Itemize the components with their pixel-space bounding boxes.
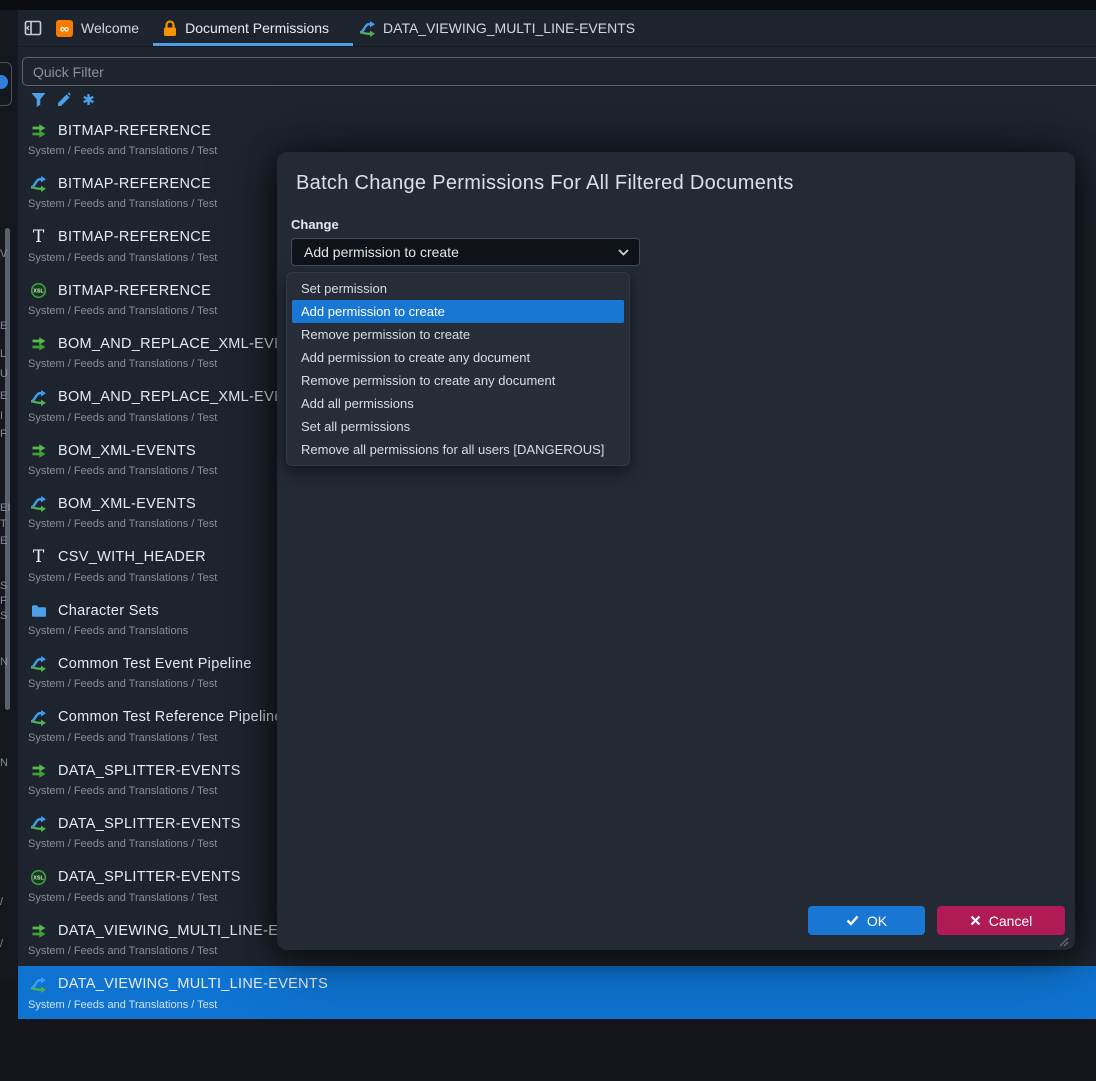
document-title: BITMAP-REFERENCE (58, 176, 211, 192)
clipped-text-fragment: I (0, 410, 16, 422)
dropdown-option[interactable]: Add permission to create (292, 300, 624, 323)
tab-data-viewing-multi-line-events[interactable]: DATA_VIEWING_MULTI_LINE-EVENTS (353, 10, 651, 46)
clipped-text-fragment: N (0, 656, 16, 668)
xslt-icon: XSL (30, 282, 47, 299)
document-title: DATA_VIEWING_MULTI_LINE-EVENTS (58, 976, 328, 992)
document-title: BOM_XML-EVENTS (58, 443, 196, 459)
ok-label: OK (867, 913, 887, 929)
batch-change-permissions-dialog: Batch Change Permissions For All Filtere… (277, 152, 1075, 950)
tab-welcome[interactable]: ∞ Welcome (42, 10, 153, 46)
clipped-blue-dot (0, 75, 8, 89)
dropdown-option[interactable]: Remove all permissions for all users [DA… (292, 438, 624, 461)
dropdown-option[interactable]: Add permission to create any document (292, 346, 624, 369)
clipped-text-fragment: L (0, 348, 16, 360)
clipped-left-panel: VELUEIFEITESFSNN// (0, 10, 19, 981)
text-icon: T (30, 229, 47, 246)
clipped-text-fragment: EI (0, 502, 16, 514)
left-panel-scrollbar[interactable] (5, 228, 10, 710)
pipeline-icon (30, 175, 47, 192)
dialog-resize-handle[interactable] (1057, 934, 1069, 946)
dropdown-option[interactable]: Remove permission to create any document (292, 369, 624, 392)
sidebar-toggle-icon[interactable] (24, 19, 42, 37)
document-title: CSV_WITH_HEADER (58, 549, 206, 565)
infinity-icon: ∞ (56, 20, 73, 37)
filter-icon[interactable] (30, 92, 47, 109)
check-icon (846, 915, 859, 926)
list-item[interactable]: DATA_VIEWING_MULTI_LINE-EVENTS System / F… (18, 966, 1096, 1019)
clipped-widget (0, 62, 12, 106)
quick-filter-input[interactable] (22, 57, 1096, 86)
document-title: Common Test Reference Pipeline (58, 709, 283, 725)
clipped-text-fragment: E (0, 320, 16, 332)
pipeline-icon (30, 389, 47, 406)
feed-icon (30, 335, 47, 352)
text-icon: T (30, 549, 47, 566)
document-title: BITMAP-REFERENCE (58, 123, 211, 139)
document-title: BITMAP-REFERENCE (58, 283, 211, 299)
feed-icon (30, 122, 47, 139)
pipeline-icon (30, 815, 47, 832)
document-path: System / Feeds and Translations / Test (18, 999, 1096, 1011)
document-title: Character Sets (58, 603, 159, 619)
tab-bar: ∞ Welcome Document Permissions DATA_VIEW… (18, 10, 1096, 47)
document-title: DATA_SPLITTER-EVENTS (58, 869, 241, 885)
dialog-title: Batch Change Permissions For All Filtere… (296, 172, 794, 195)
clipped-text-fragment: F (0, 428, 16, 440)
tab-label: Document Permissions (185, 20, 329, 36)
dropdown-option[interactable]: Set all permissions (292, 415, 624, 438)
document-title: BITMAP-REFERENCE (58, 229, 211, 245)
tab-label: Welcome (81, 20, 139, 36)
change-dropdown-menu: Set permissionAdd permission to createRe… (286, 272, 630, 466)
change-select-value: Add permission to create (304, 244, 459, 260)
clipped-text-fragment: E (0, 535, 16, 547)
dropdown-option[interactable]: Remove permission to create (292, 323, 624, 346)
asterisk-icon[interactable]: ✱ (80, 92, 97, 109)
clipped-text-fragment: F (0, 595, 16, 607)
dropdown-option[interactable]: Set permission (292, 277, 624, 300)
cancel-label: Cancel (989, 913, 1033, 929)
feed-icon (30, 922, 47, 939)
clipped-text-fragment: / (0, 896, 16, 908)
document-title: BOM_AND_REPLACE_XML-EVENTS (58, 389, 314, 405)
lock-icon (163, 20, 177, 37)
chevron-down-icon (618, 249, 629, 256)
change-select[interactable]: Add permission to create (291, 238, 640, 266)
clipped-text-fragment: S (0, 580, 16, 592)
clipped-text-fragment: N (0, 757, 16, 769)
pipeline-icon (30, 709, 47, 726)
clipped-text-fragment: T (0, 518, 16, 530)
pipeline-icon (30, 976, 47, 993)
document-title: Common Test Event Pipeline (58, 656, 252, 672)
feed-icon (30, 442, 47, 459)
dropdown-option[interactable]: Add all permissions (292, 392, 624, 415)
cancel-button[interactable]: Cancel (937, 906, 1065, 935)
tab-label: DATA_VIEWING_MULTI_LINE-EVENTS (383, 20, 635, 36)
clipped-text-fragment: V (0, 248, 16, 260)
ok-button[interactable]: OK (808, 906, 925, 935)
clipped-text-fragment: E (0, 390, 16, 402)
folder-icon (30, 602, 47, 619)
svg-text:XSL: XSL (33, 289, 44, 295)
pipeline-icon (359, 20, 376, 37)
xslt-icon: XSL (30, 869, 47, 886)
clipped-text-fragment: S (0, 610, 16, 622)
svg-text:XSL: XSL (33, 875, 44, 881)
change-label: Change (291, 217, 339, 232)
document-title: BOM_AND_REPLACE_XML-EVENTS (58, 336, 314, 352)
close-icon (970, 915, 981, 926)
window-top-strip (0, 0, 1096, 10)
clipped-text-fragment: / (0, 938, 16, 950)
feed-icon (30, 762, 47, 779)
document-title: DATA_SPLITTER-EVENTS (58, 816, 241, 832)
tab-document-permissions[interactable]: Document Permissions (153, 10, 353, 46)
document-title: BOM_XML-EVENTS (58, 496, 196, 512)
filter-toolbar: ✱ (30, 91, 97, 109)
edit-icon[interactable] (55, 92, 72, 109)
clipped-text-fragment: U (0, 368, 16, 380)
document-title: DATA_SPLITTER-EVENTS (58, 763, 241, 779)
pipeline-icon (30, 655, 47, 672)
pipeline-icon (30, 495, 47, 512)
